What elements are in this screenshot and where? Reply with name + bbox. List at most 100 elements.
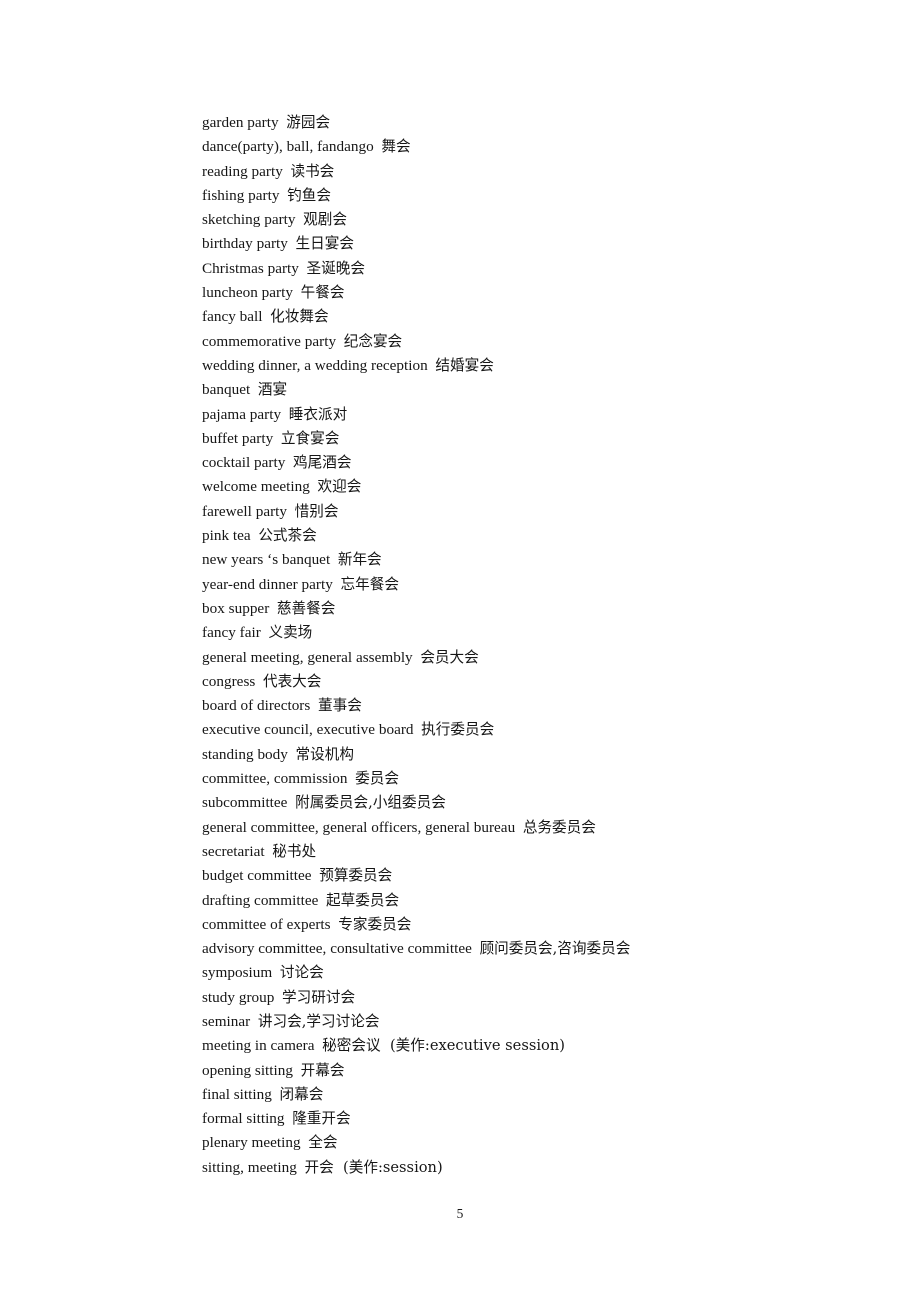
glossary-entry: drafting committee 起草委员会 (202, 889, 822, 913)
entry-translation: 睡衣派对 (288, 405, 348, 423)
entry-translation: 闭幕会 (279, 1085, 324, 1103)
entry-term: drafting committee (202, 891, 319, 909)
entry-translation: 游园会 (286, 114, 331, 131)
entry-translation: 欢迎会 (317, 478, 362, 496)
entry-separator (288, 235, 296, 252)
glossary-entry: fancy ball 化妆舞会 (202, 305, 822, 329)
glossary-entry: advisory committee, consultative committ… (202, 937, 822, 961)
glossary-entry: luncheon party 午餐会 (202, 281, 822, 305)
entry-term: garden party (202, 114, 279, 131)
glossary-entry: cocktail party 鸡尾酒会 (202, 451, 822, 475)
entry-term: secretariat (202, 842, 265, 860)
glossary-entry: new years ‘s banquet 新年会 (202, 548, 822, 572)
entry-translation: 附属委员会,小组委员会 (295, 794, 446, 812)
entry-term: seminar (202, 1012, 251, 1030)
entry-term: sketching party (202, 211, 296, 229)
entry-translation: 鸡尾酒会 (293, 454, 352, 472)
entry-separator (263, 308, 271, 325)
glossary-entry: formal sitting 隆重开会 (202, 1107, 822, 1131)
entry-term: board of directors (202, 697, 311, 715)
glossary-entry: farewell party 惜别会 (202, 500, 822, 524)
entry-separator (285, 454, 293, 471)
entry-translation: 读书会 (290, 162, 335, 180)
entry-translation: 午餐会 (300, 284, 345, 302)
entry-term: farewell party (202, 502, 288, 520)
glossary-entry: fancy fair 义卖场 (202, 621, 822, 645)
entry-term: wedding dinner, a wedding reception (202, 356, 428, 374)
glossary-entry: pajama party 睡衣派对 (202, 403, 822, 427)
entry-term: luncheon party (202, 284, 293, 302)
document-page: garden party 游园会 dance(party), ball, fand… (0, 0, 920, 1302)
entry-term: committee, commission (202, 770, 348, 788)
entry-term: formal sitting (202, 1110, 285, 1128)
entry-translation: 立食宴会 (280, 429, 340, 447)
entry-term: congress (202, 672, 256, 690)
entry-term: study group (202, 988, 275, 1006)
entry-separator (330, 551, 338, 568)
entry-translation: 义卖场 (268, 624, 313, 642)
entry-term: meeting in camera (202, 1037, 315, 1055)
page-number: 5 (456, 1206, 464, 1221)
glossary-entry: commemorative party 纪念宴会 (202, 330, 822, 354)
entry-separator (272, 1086, 280, 1103)
entry-note: (美作:session) (333, 1158, 443, 1176)
glossary-entry: general meeting, general assembly 会员大会 (202, 646, 822, 670)
glossary-entry: seminar 讲习会,学习讨论会 (202, 1010, 822, 1034)
entry-separator (318, 892, 326, 909)
glossary-list: garden party 游园会 dance(party), ball, fand… (202, 111, 822, 1180)
entry-translation: 圣诞晚会 (306, 259, 366, 277)
entry-note: (美作:executive session) (380, 1037, 565, 1055)
entry-separator (255, 673, 263, 690)
entry-term: buffet party (202, 429, 274, 447)
entry-term: pajama party (202, 405, 282, 423)
entry-term: general committee, general officers, gen… (202, 818, 516, 836)
entry-translation: 舞会 (381, 138, 411, 156)
entry-translation: 常设机构 (295, 745, 355, 763)
entry-term: general meeting, general assembly (202, 648, 413, 666)
entry-separator (472, 940, 480, 957)
entry-separator (269, 600, 277, 617)
entry-term: banquet (202, 381, 251, 399)
entry-term: new years ‘s banquet (202, 551, 331, 569)
glossary-entry: opening sitting 开幕会 (202, 1059, 822, 1083)
glossary-entry: pink tea 公式茶会 (202, 524, 822, 548)
glossary-entry: committee, commission 委员会 (202, 767, 822, 791)
entry-separator (281, 406, 289, 423)
entry-translation: 观剧会 (303, 211, 347, 229)
entry-term: Christmas party (202, 259, 299, 277)
glossary-entry: buffet party 立食宴会 (202, 427, 822, 451)
entry-translation: 总务委员会 (522, 818, 596, 836)
glossary-entry: board of directors 董事会 (202, 694, 822, 718)
entry-translation: 纪念宴会 (343, 332, 403, 350)
entry-term: executive council, executive board (202, 721, 414, 739)
entry-translation: 执行委员会 (421, 721, 495, 739)
entry-separator (273, 430, 281, 447)
entry-term: standing body (202, 745, 288, 763)
entry-separator (272, 964, 280, 981)
entry-separator (279, 187, 287, 204)
entry-translation: 隆重开会 (292, 1110, 351, 1128)
entry-term: fishing party (202, 186, 280, 204)
entry-term: commemorative party (202, 332, 337, 350)
entry-separator (296, 211, 304, 228)
entry-translation: 讲习会,学习讨论会 (257, 1012, 380, 1030)
glossary-entry: birthday party 生日宴会 (202, 232, 822, 256)
entry-term: birthday party (202, 235, 288, 253)
entry-translation: 公式茶会 (258, 527, 317, 545)
glossary-entry: meeting in camera 秘密会议 (美作:executive ses… (202, 1034, 822, 1058)
entry-translation: 起草委员会 (325, 891, 400, 909)
entry-term: plenary meeting (202, 1134, 301, 1152)
entry-term: fancy fair (202, 624, 261, 642)
entry-translation: 新年会 (337, 551, 382, 569)
glossary-entry: wedding dinner, a wedding reception 结婚宴会 (202, 354, 822, 378)
entry-translation: 开会 (304, 1158, 334, 1176)
entry-translation: 生日宴会 (295, 235, 355, 253)
entry-term: pink tea (202, 527, 251, 545)
entry-separator (293, 1062, 301, 1079)
glossary-entry: executive council, executive board 执行委员会 (202, 718, 822, 742)
entry-translation: 会员大会 (420, 648, 479, 666)
entry-separator (515, 819, 523, 836)
glossary-entry: study group 学习研讨会 (202, 986, 822, 1010)
glossary-entry: congress 代表大会 (202, 670, 822, 694)
entry-translation: 惜别会 (294, 502, 339, 520)
